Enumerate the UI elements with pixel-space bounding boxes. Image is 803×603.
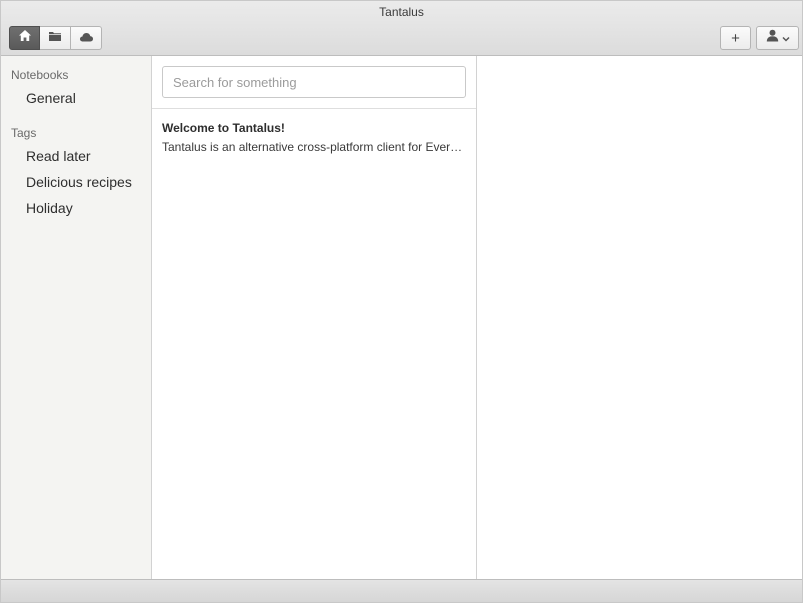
app-window: Tantalus + Notebooks General Tags Read l… [0, 0, 803, 603]
search-input[interactable] [162, 66, 466, 98]
titlebar: Tantalus + [1, 1, 802, 56]
plus-icon: + [731, 29, 740, 47]
home-button[interactable] [9, 26, 40, 50]
note-list-pane: Welcome to Tantalus! Tantalus is an alte… [152, 56, 477, 579]
user-icon [766, 29, 779, 47]
cloud-icon [79, 29, 94, 47]
notebooks-button[interactable] [40, 26, 71, 50]
add-note-button[interactable]: + [720, 26, 751, 50]
note-title: Welcome to Tantalus! [162, 121, 285, 135]
sidebar-item-general[interactable]: General [1, 85, 151, 111]
chevron-down-icon [781, 29, 790, 47]
sidebar-item-read-later[interactable]: Read later [1, 143, 151, 169]
home-icon [18, 29, 32, 47]
sidebar: Notebooks General Tags Read later Delici… [1, 56, 152, 579]
view-switcher [9, 26, 102, 50]
list-item[interactable]: Welcome to Tantalus! Tantalus is an alte… [152, 109, 476, 154]
note-editor-pane[interactable] [477, 56, 802, 579]
sync-button[interactable] [71, 26, 102, 50]
toolbar-right: + [720, 26, 799, 50]
folder-icon [48, 29, 62, 47]
sidebar-item-holiday[interactable]: Holiday [1, 195, 151, 221]
window-title: Tantalus [379, 5, 424, 19]
note-snippet: Tantalus is an alternative cross-platfor… [162, 140, 465, 154]
status-bar [1, 579, 802, 602]
sidebar-item-delicious-recipes[interactable]: Delicious recipes [1, 169, 151, 195]
search-area [152, 56, 476, 109]
account-menu-button[interactable] [756, 26, 799, 50]
notebooks-header: Notebooks [11, 68, 69, 82]
tags-header: Tags [11, 126, 37, 140]
